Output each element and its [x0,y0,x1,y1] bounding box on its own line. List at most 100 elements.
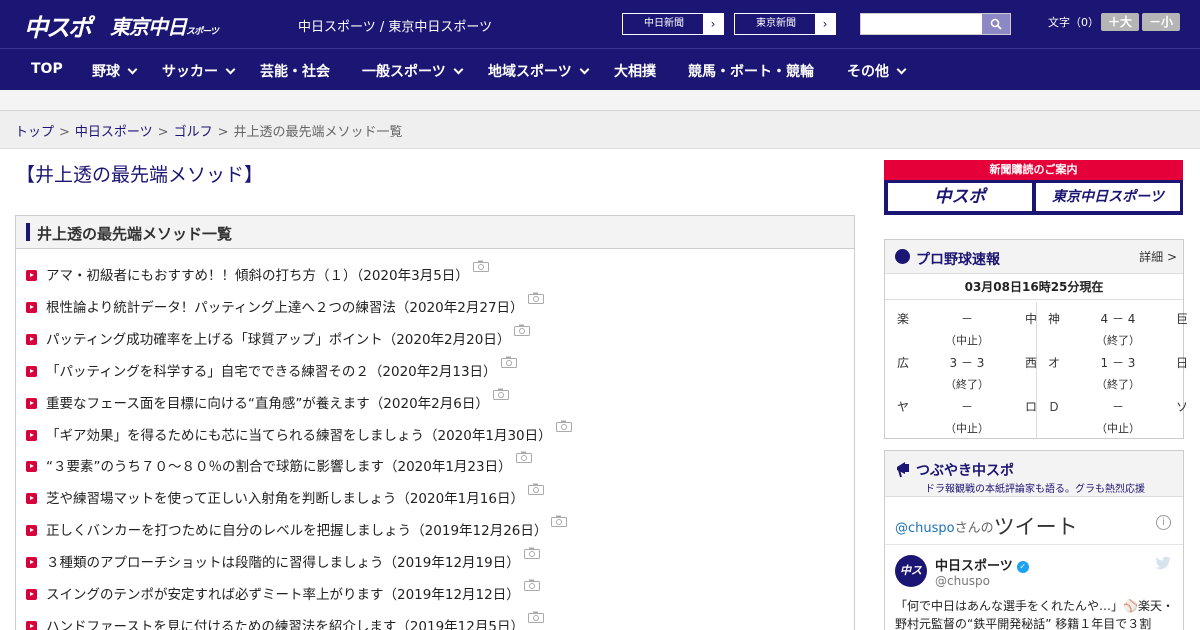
game-score-value: 1 － 3 [1100,356,1136,370]
font-bigger-button[interactable]: ＋大 [1101,13,1139,31]
nav-item-sumo[interactable]: 大相撲 [614,61,656,81]
article-link[interactable]: パッティング成功確率を上げる「球質アップ」ポイント（2020年2月20日） [46,332,510,348]
heading-accent-bar [26,223,30,241]
nav-item-general-sports[interactable]: 一般スポーツ [362,61,464,81]
article-link[interactable]: ３種類のアプローチショットは段階的に習得しましょう（2019年12月19日） [46,555,520,571]
font-size-label: 文字（0） [1048,16,1099,29]
article-link[interactable]: 「ギア効果」を得るためにも芯に当てられる練習をしましょう（2020年1月30日） [46,428,552,444]
search-icon [990,18,1002,30]
logo-tokyo-chunichi[interactable]: 東京中日スポーツ [110,11,219,40]
article-list-item[interactable]: アマ・初級者にもおすすめ！！傾斜の打ち方（１）（2020年3月5日） [26,260,489,284]
play-bullet-icon [26,301,37,313]
article-list-item[interactable]: 正しくバンカーを打つために自分のレベルを把握しましょう（2019年12月26日） [26,515,568,539]
nav-item-baseball[interactable]: 野球 [92,61,138,81]
game-score-value: － [960,400,973,414]
tweet-widget-subtitle: ドラ報観戦の本紙評論家も語る。グラも熱烈応援 [925,484,1145,495]
camera-icon [527,611,544,623]
nav-label: 芸能・社会 [260,64,330,80]
article-link[interactable]: 正しくバンカーを打つために自分のレベルを把握しましょう（2019年12月26日） [46,523,547,539]
article-list-item[interactable]: ３種類のアプローチショットは段階的に習得しましょう（2019年12月19日） [26,547,540,571]
article-list-item[interactable]: “３要素”のうち７０～８０％の割合で球筋に影響します（2020年1月23日） [26,451,532,475]
subscribe-banner[interactable]: 新聞購読のご案内 中スポ 東京中日スポーツ [884,160,1183,215]
megaphone-icon [897,462,909,478]
subscribe-title: 新聞購読のご案内 [884,160,1183,180]
subscribe-chuspo-button[interactable]: 中スポ [888,183,1032,211]
team-away: 日 [1175,356,1188,370]
camera-icon [492,388,509,400]
tokyo-shimbun-label: 東京新聞 [756,18,796,29]
tweet-text: 「何で中日はあんな選手をくれたんや…」⚾楽天・野村元監督の“鉄平開発秘話” 移籍… [895,599,1174,630]
breadcrumb-separator: > [217,125,229,140]
play-bullet-icon [26,429,37,441]
twitter-bird-icon[interactable] [1155,556,1171,570]
info-icon[interactable]: i [1156,515,1171,530]
baseball-icon [895,249,910,264]
camera-icon [514,324,531,336]
search-button[interactable] [982,14,1010,34]
chunichi-shimbun-link[interactable]: 中日新聞 › [622,13,724,35]
avatar[interactable]: 中スポ [895,555,927,609]
page-title: 【井上透の最先端メソッド】 [16,164,264,186]
game-status: （中止） [1096,422,1140,435]
game-status: （中止） [945,334,989,347]
breadcrumb-separator: > [157,125,169,140]
breadcrumb-top[interactable]: トップ [15,125,54,140]
article-list-item[interactable]: 根性論より統計データ！パッティング上達へ２つの練習法（2020年2月27日） [26,292,544,316]
article-list-item[interactable]: 「パッティングを科学する」自宅でできる練習その２（2020年2月13日） [26,356,517,380]
article-link[interactable]: 「パッティングを科学する」自宅でできる練習その２（2020年2月13日） [46,364,497,380]
team-away: 巨 [1175,312,1188,326]
nav-item-racing[interactable]: 競馬・ボート・競輪 [688,61,814,81]
camera-icon [523,547,540,560]
play-bullet-icon [26,270,37,281]
play-bullet-icon [26,557,37,569]
chevron-down-icon [127,64,138,75]
nav-item-others[interactable]: その他 [847,61,907,81]
article-list-item[interactable]: パッティング成功確率を上げる「球質アップ」ポイント（2020年2月20日） [26,324,531,348]
game-score-value: 4 － 4 [1100,312,1136,326]
nav-label: 地域スポーツ [488,64,572,80]
game-score-value: 3 － 3 [949,356,985,370]
play-bullet-icon [26,333,37,345]
article-link[interactable]: ハンドファーストを見に付けるための練習法を紹介します（2019年12月5日） [46,619,524,630]
play-bullet-icon [26,525,37,537]
nav-item-top[interactable]: TOP [31,61,63,77]
nav-item-soccer[interactable]: サッカー [162,61,236,81]
breadcrumb-chunichi-sports[interactable]: 中日スポーツ [75,125,153,140]
article-link[interactable]: 芝や練習場マットを使って正しい入射角を判断しましょう（2020年1月16日） [46,491,524,507]
chevron-down-icon [579,64,590,75]
tweet-widget-title: つぶやき中スポ [916,463,1014,479]
nav-item-entertainment[interactable]: 芸能・社会 [260,61,330,81]
game-status: （中止） [945,422,989,435]
subscribe-tokyo-button[interactable]: 東京中日スポーツ [1036,183,1180,211]
tokyo-shimbun-link[interactable]: 東京新聞 › [734,13,836,35]
score-details-link[interactable]: 詳細 > [1139,248,1177,265]
camera-icon [527,292,544,304]
verified-icon: ✓ [1016,561,1029,573]
site-name: 中日スポーツ / 東京中日スポーツ [298,20,493,35]
nav-item-regional-sports[interactable]: 地域スポーツ [488,61,590,81]
search-input[interactable] [861,14,983,34]
article-list-item[interactable]: 重要なフェース面を目標に向ける“直角感”が養えます（2020年2月6日） [26,388,509,412]
article-link[interactable]: スイングのテンポが安定すれば必ずミート率上がります（2019年12月12日） [46,587,520,603]
handle-link[interactable]: @chuspo [895,521,955,536]
team-away: ソ [1175,400,1188,414]
nav-label: 競馬・ボート・競輪 [688,64,814,80]
article-link[interactable]: 根性論より統計データ！パッティング上達へ２つの練習法（2020年2月27日） [46,300,524,316]
article-list-item[interactable]: 「ギア効果」を得るためにも芯に当てられる練習をしましょう（2020年1月30日） [26,420,572,444]
article-list-item[interactable]: ハンドファーストを見に付けるための練習法を紹介します（2019年12月5日） [26,611,544,630]
article-link[interactable]: アマ・初級者にもおすすめ！！傾斜の打ち方（１）（2020年3月5日） [46,268,469,284]
logo-chuspo[interactable]: 中スポ [24,8,92,43]
article-link[interactable]: “３要素”のうち７０～８０％の割合で球筋に影響します（2020年1月23日） [46,459,512,475]
article-list-item[interactable]: スイングのテンポが安定すれば必ずミート率上がります（2019年12月12日） [26,579,540,603]
tweets-by-line: @chuspoさんのツイート [895,509,1078,539]
score-header: プロ野球速報 詳細 > [885,240,1183,274]
team-away: ロ [1024,400,1037,414]
account-name[interactable]: 中日スポーツ ✓ [935,555,1029,574]
nav-label: その他 [847,64,889,80]
article-link[interactable]: 重要なフェース面を目標に向ける“直角感”が養えます（2020年2月6日） [46,396,489,412]
font-smaller-button[interactable]: －小 [1142,13,1180,31]
article-list-item[interactable]: 芝や練習場マットを使って正しい入射角を判断しましょう（2020年1月16日） [26,483,544,507]
camera-icon [515,451,532,464]
account-handle[interactable]: @chuspo [935,574,990,588]
breadcrumb-golf[interactable]: ゴルフ [174,125,213,140]
